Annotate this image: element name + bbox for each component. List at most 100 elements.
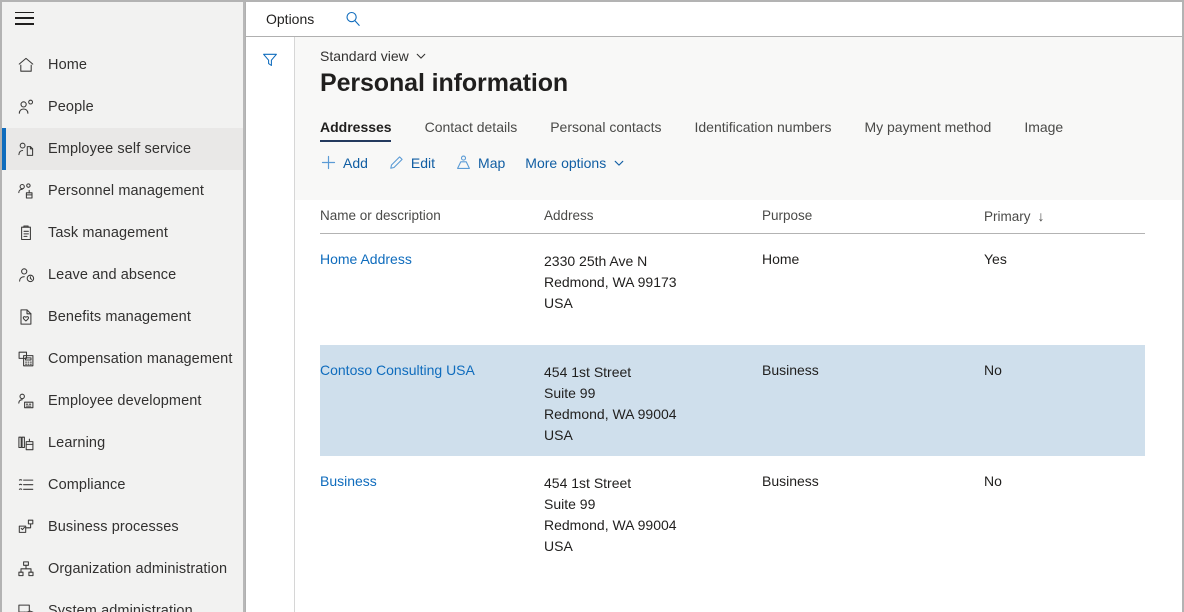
sidebar-navigation: Home People Employee self service Personnel… (2, 2, 246, 612)
person-growth-icon (16, 391, 42, 411)
sidebar-item-organization-administration[interactable]: Organization administration (2, 548, 245, 590)
map-button[interactable]: Map (455, 154, 505, 171)
table-row[interactable]: Business 454 1st Street Suite 99 Redmond, W… (320, 456, 1145, 567)
address-line: USA (544, 427, 573, 443)
document-heart-icon (16, 307, 42, 327)
table-row[interactable]: Home Address 2330 25th Ave N Redmond, WA 9… (320, 234, 1145, 345)
content-body: Standard view Personal information Addre… (246, 37, 1182, 612)
column-header-label: Primary (984, 208, 1031, 224)
grid-body: Home Address 2330 25th Ave N Redmond, WA 9… (320, 234, 1145, 567)
address-name-link[interactable]: Home Address (320, 251, 412, 267)
sidebar-item-employee-development[interactable]: Employee development (2, 380, 245, 422)
address-line: 454 1st Street (544, 475, 632, 491)
column-header-label: Purpose (762, 208, 813, 223)
tab-strip: Addresses Contact details Personal contact… (320, 112, 1182, 142)
filter-icon[interactable] (257, 47, 283, 612)
arrow-down-icon: ↓ (1037, 207, 1045, 224)
search-icon[interactable] (344, 10, 362, 28)
sidebar-item-label: People (48, 99, 94, 115)
sidebar-item-compliance[interactable]: Compliance (2, 464, 245, 506)
sidebar-item-benefits-management[interactable]: Benefits management (2, 296, 245, 338)
address-name-link[interactable]: Business (320, 473, 377, 489)
cell-address: 2330 25th Ave N Redmond, WA 99173 USA (544, 251, 762, 345)
address-line: Suite 99 (544, 385, 596, 401)
more-options-button[interactable]: More options (525, 155, 625, 171)
sidebar-item-list: Home People Employee self service Personnel… (2, 44, 245, 612)
tab-personal-contacts[interactable]: Personal contacts (550, 119, 677, 142)
sidebar-item-personnel-management[interactable]: Personnel management (2, 170, 245, 212)
cell-primary: No (984, 362, 1002, 378)
addresses-grid: Name or description Address Purpose Primary… (320, 200, 1145, 567)
column-header-primary[interactable]: Primary ↓ (984, 208, 1145, 226)
tab-identification-numbers[interactable]: Identification numbers (695, 119, 848, 142)
sidebar-item-label: Task management (48, 225, 168, 241)
column-header-address[interactable]: Address (544, 208, 762, 225)
edit-button[interactable]: Edit (388, 154, 435, 171)
org-chart-icon (16, 559, 42, 579)
tab-image[interactable]: Image (1024, 119, 1079, 142)
cell-name-or-description: Business (320, 473, 544, 567)
cell-name-or-description: Contoso Consulting USA (320, 362, 544, 456)
cell-name-or-description: Home Address (320, 251, 544, 345)
sidebar-item-leave-and-absence[interactable]: Leave and absence (2, 254, 245, 296)
address-line: Redmond, WA 99004 (544, 517, 677, 533)
calculator-icon (16, 349, 42, 369)
toolbar-item-label: Add (343, 154, 368, 171)
home-icon (16, 55, 42, 75)
pencil-icon (388, 154, 405, 171)
list-checklist-icon (16, 475, 42, 495)
sidebar-item-business-processes[interactable]: Business processes (2, 506, 245, 548)
sidebar-item-home[interactable]: Home (2, 44, 245, 86)
person-arrow-icon (16, 97, 42, 117)
plus-icon (320, 154, 337, 171)
grid-header-row: Name or description Address Purpose Primary… (320, 200, 1145, 234)
view-selector[interactable]: Standard view (320, 37, 427, 64)
people-group-icon (16, 181, 42, 201)
tab-addresses[interactable]: Addresses (320, 119, 408, 142)
sidebar-item-label: Compliance (48, 477, 126, 493)
hamburger-icon[interactable] (15, 11, 34, 25)
sidebar-item-label: Employee development (48, 393, 202, 409)
sidebar-item-label: Compensation management (48, 351, 233, 367)
address-line: Redmond, WA 99173 (544, 274, 677, 290)
sidebar-item-system-administration[interactable]: System administration (2, 590, 245, 612)
sidebar-item-label: Personnel management (48, 183, 204, 199)
column-header-purpose[interactable]: Purpose (762, 208, 984, 225)
tab-contact-details[interactable]: Contact details (425, 119, 534, 142)
cell-purpose: Home (762, 251, 800, 267)
column-header-name-or-description[interactable]: Name or description (320, 208, 544, 225)
cell-purpose: Business (762, 362, 819, 378)
hamburger-menu-container (2, 2, 245, 34)
cell-primary: Yes (984, 251, 1007, 267)
address-line: USA (544, 295, 573, 311)
tab-my-payment-method[interactable]: My payment method (864, 119, 1007, 142)
address-line: USA (544, 538, 573, 554)
sidebar-item-employee-self-service[interactable]: Employee self service (2, 128, 245, 170)
cell-purpose: Business (762, 473, 819, 489)
sidebar-item-compensation-management[interactable]: Compensation management (2, 338, 245, 380)
top-command-bar: Options (246, 2, 1182, 37)
sidebar-scrollbar[interactable] (243, 2, 245, 612)
cell-address: 454 1st Street Suite 99 Redmond, WA 99004 U… (544, 362, 762, 456)
address-line: Redmond, WA 99004 (544, 406, 677, 422)
sidebar-item-people[interactable]: People (2, 86, 245, 128)
sidebar-item-learning[interactable]: Learning (2, 422, 245, 464)
clipboard-icon (16, 223, 42, 243)
sidebar-item-label: Business processes (48, 519, 179, 535)
address-line: 454 1st Street (544, 364, 632, 380)
books-icon (16, 433, 42, 453)
sidebar-item-label: Employee self service (48, 141, 192, 157)
page-content: Standard view Personal information Addre… (295, 37, 1182, 612)
sidebar-item-label: Leave and absence (48, 267, 177, 283)
main-region: Options Standard view Personal informati… (246, 2, 1182, 612)
map-pin-icon (455, 154, 472, 171)
toolbar-item-label: More options (525, 154, 607, 171)
address-name-link[interactable]: Contoso Consulting USA (320, 362, 475, 378)
toolbar-item-label: Map (478, 154, 506, 171)
address-line: 2330 25th Ave N (544, 253, 648, 269)
table-row[interactable]: Contoso Consulting USA 454 1st Street Suit… (320, 345, 1145, 456)
add-button[interactable]: Add (320, 154, 368, 171)
addresses-grid-container: Name or description Address Purpose Primary… (320, 200, 1182, 612)
sidebar-item-task-management[interactable]: Task management (2, 212, 245, 254)
options-button[interactable]: Options (260, 7, 320, 31)
